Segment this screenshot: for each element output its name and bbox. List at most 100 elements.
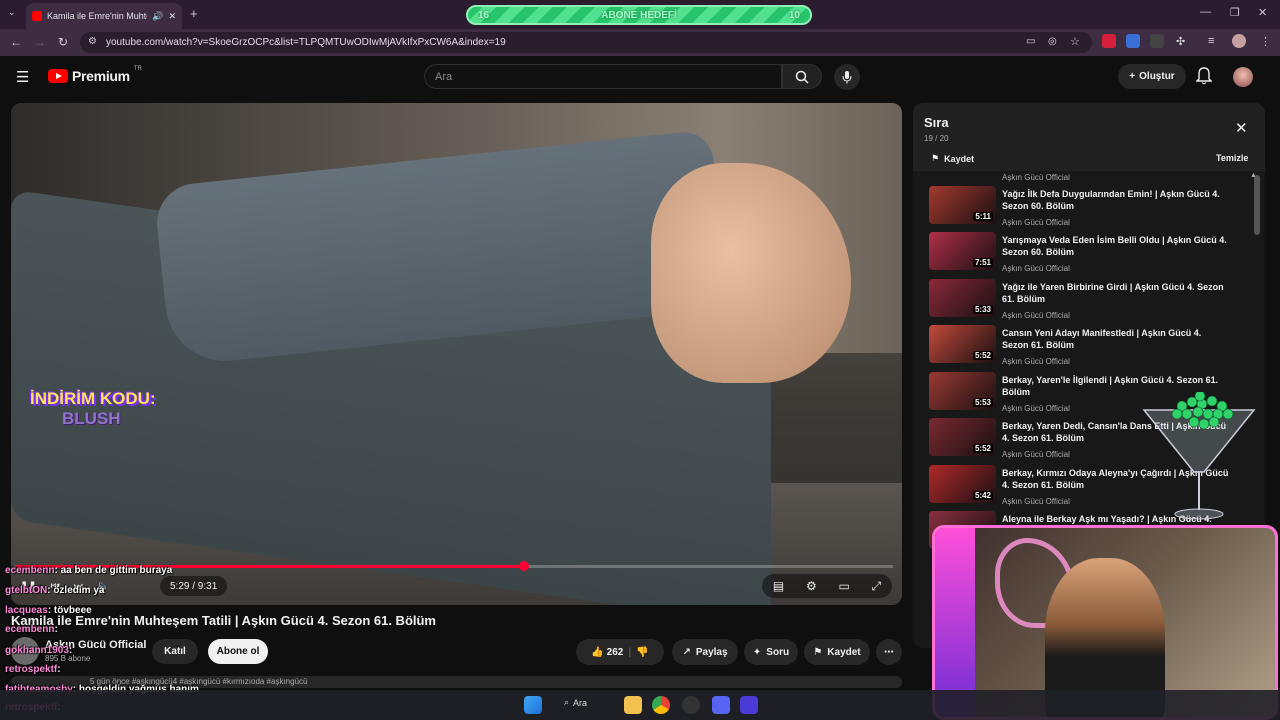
playlist-item-thumbnail[interactable]: 5:33: [929, 279, 996, 317]
playlist-item-title[interactable]: Yarışmaya Veda Eden İsim Belli Oldu | Aş…: [1002, 234, 1230, 258]
reload-icon[interactable]: ↻: [58, 35, 68, 49]
chat-message: ecembenn:: [5, 624, 58, 635]
search-button[interactable]: [782, 64, 822, 89]
search-icon: ⌕: [564, 697, 570, 707]
playlist-item-duration: 5:53: [972, 398, 993, 407]
playlist-clear-button[interactable]: Temizle: [1216, 153, 1248, 163]
video-time-text: 5:29 / 9:31: [170, 580, 218, 592]
playlist-item-channel: Aşkın Gücü Official: [1002, 450, 1070, 459]
taskbar-search[interactable]: ⌕ Ara: [564, 697, 587, 708]
youtube-logo[interactable]: Premium TR: [48, 66, 142, 84]
microphone-icon: [842, 71, 852, 84]
bookmark-star-icon[interactable]: ☆: [1070, 35, 1080, 48]
playlist-item[interactable]: 7:51 Yarışmaya Veda Eden İsim Belli Oldu …: [929, 232, 1259, 278]
chat-message: gtelbtON: özledim ya: [5, 585, 104, 596]
hamburger-menu-icon[interactable]: ☰: [16, 68, 29, 86]
playlist-item-thumbnail[interactable]: 5:11: [929, 186, 996, 224]
back-icon[interactable]: ←: [10, 35, 22, 49]
create-button[interactable]: + Oluştur: [1118, 64, 1186, 89]
ask-button[interactable]: ✦ Soru: [744, 639, 798, 665]
search-input[interactable]: Ara: [424, 64, 782, 89]
profile-avatar-icon[interactable]: [1232, 34, 1246, 48]
eye-off-icon[interactable]: ◎: [1048, 36, 1057, 47]
scroll-up-icon[interactable]: ▲: [1250, 172, 1257, 179]
tab-list-icon[interactable]: ⌄: [8, 7, 16, 18]
new-tab-icon[interactable]: +: [190, 6, 198, 21]
window-close-icon[interactable]: ✕: [1258, 6, 1267, 19]
playlist-item[interactable]: 5:33 Yağız ile Yaren Birbirine Girdi | Aş…: [929, 279, 1259, 325]
url-text: youtube.com/watch?v=SkoeGrzOCPc&list=TLP…: [106, 37, 506, 48]
playlist-item-thumbnail[interactable]: 5:53: [929, 372, 996, 410]
playlist-item-title[interactable]: Cansın Yeni Adayı Manifestledi | Aşkın G…: [1002, 327, 1230, 351]
share-button[interactable]: ↗ Paylaş: [672, 639, 738, 665]
bell-icon: [1195, 67, 1213, 85]
more-actions-button[interactable]: ⋯: [876, 639, 902, 665]
chat-text: : özledim ya: [47, 585, 105, 596]
video-player[interactable]: [11, 103, 902, 605]
browser-tab[interactable]: Kamila ile Emre'nin Muhteş 🔊 ✕: [26, 3, 182, 29]
restore-icon[interactable]: ❐: [1230, 6, 1240, 19]
playlist-item[interactable]: 5:11 Yağız İlk Defa Duygularından Emin! |…: [929, 186, 1259, 232]
fullscreen-icon[interactable]: ⤢: [872, 579, 882, 594]
martini-glass-overlay: [1142, 392, 1256, 520]
forward-icon[interactable]: →: [34, 35, 46, 49]
dislike-button[interactable]: 👎: [636, 647, 648, 658]
join-button[interactable]: Katıl: [152, 639, 198, 664]
extension-dark-icon[interactable]: [1150, 34, 1164, 48]
subtitles-icon[interactable]: ▤: [773, 579, 784, 593]
theater-mode-icon[interactable]: ▭: [838, 579, 849, 593]
playlist-item-thumbnail[interactable]: 5:52: [929, 418, 996, 456]
notifications-button[interactable]: [1195, 67, 1213, 90]
app-v-icon[interactable]: [740, 696, 758, 714]
playlist-item-title[interactable]: Yağız İlk Defa Duygularından Emin! | Aşk…: [1002, 188, 1230, 212]
windows-start-icon[interactable]: [524, 696, 542, 714]
playlist-item[interactable]: 5:52 Cansın Yeni Adayı Manifestledi | Aşk…: [929, 325, 1259, 371]
chat-text: :: [57, 664, 61, 675]
save-label: Kaydet: [827, 646, 861, 658]
subscribe-button[interactable]: Abone ol: [208, 639, 268, 664]
playlist-item-duration: 5:52: [972, 444, 993, 453]
playlist-item-duration: 5:52: [972, 351, 993, 360]
extension-blue-icon[interactable]: [1126, 34, 1140, 48]
playlist-item-thumbnail[interactable]: 5:52: [929, 325, 996, 363]
extensions-puzzle-icon[interactable]: ✣: [1176, 35, 1185, 48]
cast-icon[interactable]: ▭: [1026, 36, 1035, 47]
file-explorer-icon[interactable]: [624, 696, 642, 714]
playlist-item-title[interactable]: Yağız ile Yaren Birbirine Girdi | Aşkın …: [1002, 281, 1230, 305]
like-button[interactable]: 👍 262: [591, 647, 623, 658]
chat-username: ecembenn: [5, 624, 55, 635]
taskbar-search-label: Ara: [573, 697, 588, 708]
chat-username: retrospektf: [5, 664, 58, 675]
save-button[interactable]: ⚑ Kaydet: [804, 639, 870, 665]
tab-title: Kamila ile Emre'nin Muhteş: [47, 11, 148, 21]
playlist-count: 19 / 20: [924, 134, 949, 143]
minimize-icon[interactable]: —: [1200, 6, 1211, 18]
settings-gear-icon[interactable]: ⚙: [806, 579, 817, 593]
like-count: 262: [606, 646, 624, 658]
bookmark-icon: ⚑: [813, 646, 823, 658]
discord-icon[interactable]: [712, 696, 730, 714]
browser-menu-icon[interactable]: ⋮: [1260, 35, 1271, 48]
playlist-scrollbar[interactable]: [1254, 175, 1260, 235]
chrome-icon[interactable]: [652, 696, 670, 714]
extension-red-icon[interactable]: [1102, 34, 1116, 48]
tab-close-icon[interactable]: ✕: [168, 11, 176, 22]
playlist-item-thumbnail[interactable]: 5:42: [929, 465, 996, 503]
playlist-save-button[interactable]: ⚑ Kaydet: [931, 153, 974, 164]
voice-search-button[interactable]: [834, 64, 860, 90]
tab-audio-icon[interactable]: 🔊: [152, 11, 163, 22]
promo-code-overlay: İNDİRİM KODU:: [30, 389, 156, 408]
goal-label: ABONE HEDEFİ: [601, 9, 677, 21]
reading-list-icon[interactable]: ≡: [1208, 35, 1214, 47]
account-avatar[interactable]: [1233, 67, 1253, 87]
playlist-item-duration: 7:51: [972, 258, 993, 267]
address-bar[interactable]: youtube.com/watch?v=SkoeGrzOCPc&list=TLP…: [80, 32, 1092, 53]
github-icon[interactable]: [682, 696, 700, 714]
video-time: 5:29 / 9:31: [160, 576, 228, 596]
more-icon: ⋯: [884, 646, 894, 658]
chat-username: lacqueas: [5, 605, 48, 616]
playlist-item-thumbnail[interactable]: 7:51: [929, 232, 996, 270]
playlist-close-icon[interactable]: ✕: [1235, 119, 1248, 137]
chat-text: :: [68, 645, 73, 656]
site-info-icon[interactable]: ⚙: [88, 36, 97, 47]
